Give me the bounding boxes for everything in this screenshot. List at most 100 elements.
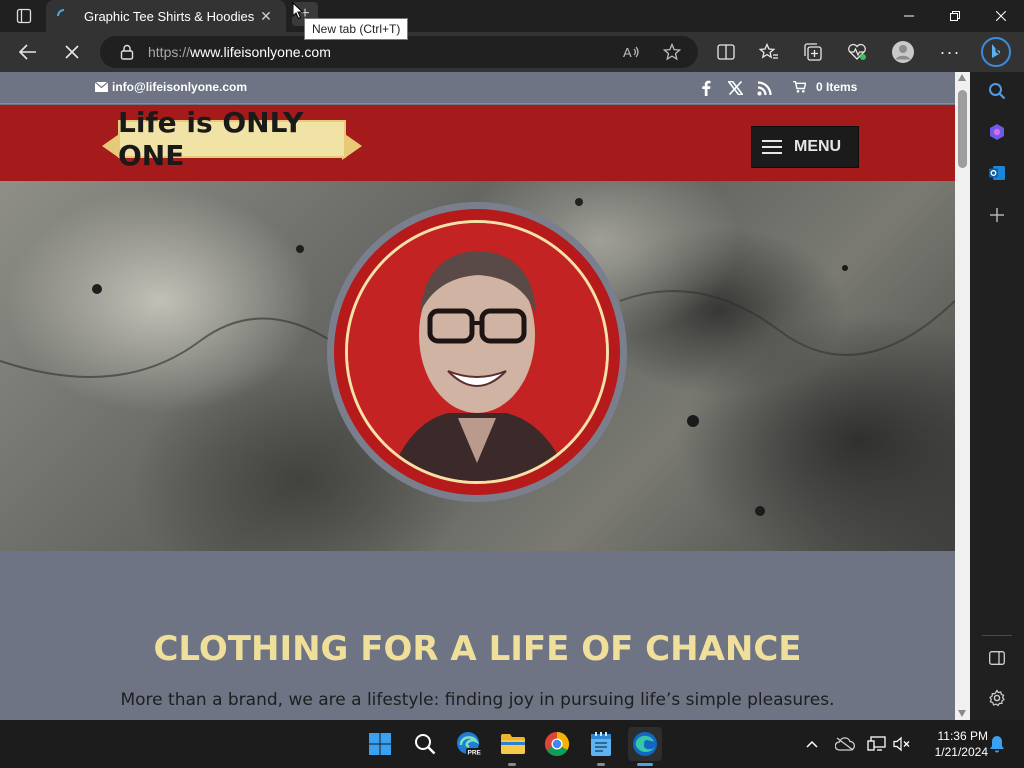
- folder-icon: [501, 734, 525, 754]
- stop-loading-button[interactable]: [56, 36, 88, 68]
- show-hidden-icons-button[interactable]: [800, 732, 824, 756]
- settings-and-more-button[interactable]: ···: [934, 36, 966, 68]
- hide-sidebar-button[interactable]: [982, 643, 1012, 673]
- close-icon: [996, 11, 1006, 21]
- menu-button[interactable]: MENU: [751, 126, 859, 168]
- sidebar-divider: [982, 635, 1012, 636]
- bell-icon: [990, 736, 1004, 753]
- taskbar-file-explorer-button[interactable]: [497, 728, 529, 760]
- loading-spinner-icon: [56, 8, 72, 24]
- favorites-list-icon: [759, 43, 778, 59]
- taskbar-edge-button[interactable]: [628, 727, 662, 761]
- hero-banner: [0, 181, 955, 551]
- stop-icon: [65, 45, 79, 59]
- scroll-down-arrow-icon[interactable]: [958, 710, 966, 717]
- hamburger-icon: [762, 140, 782, 154]
- contact-email-link[interactable]: info@lifeisonlyone.com: [95, 80, 247, 94]
- scroll-up-arrow-icon[interactable]: [958, 74, 966, 81]
- svg-text:PRE: PRE: [468, 750, 482, 757]
- browser-essentials-button[interactable]: [841, 36, 873, 68]
- active-tab[interactable]: Graphic Tee Shirts & Hoodies ✕: [46, 0, 286, 32]
- collections-button[interactable]: [797, 36, 829, 68]
- split-screen-button[interactable]: [710, 36, 742, 68]
- menu-label: MENU: [794, 138, 842, 155]
- minimize-button[interactable]: [886, 0, 932, 32]
- new-tab-tooltip: New tab (Ctrl+T): [304, 18, 409, 40]
- network-tray-icon[interactable]: [865, 732, 889, 756]
- sidebar-outlook-button[interactable]: [982, 158, 1012, 188]
- edge-icon: [633, 732, 657, 756]
- cart-count-text: 0 Items: [816, 80, 858, 94]
- tab-actions-button[interactable]: [8, 4, 40, 28]
- back-button[interactable]: [12, 36, 44, 68]
- search-icon: [989, 83, 1006, 100]
- more-dots-icon: ···: [939, 41, 961, 62]
- windows-logo-icon: [369, 733, 391, 755]
- web-page: info@lifeisonlyone.com 0 Items Life is O…: [0, 72, 955, 720]
- scrollbar-thumb[interactable]: [958, 90, 967, 168]
- url-text[interactable]: https://www.lifeisonlyone.com: [148, 44, 331, 60]
- clock-date: 1/21/2024: [934, 745, 988, 759]
- taskbar-search-button[interactable]: [409, 728, 441, 760]
- tab-title: Graphic Tee Shirts & Hoodies: [84, 8, 255, 24]
- rss-icon[interactable]: [755, 78, 773, 98]
- email-text: info@lifeisonlyone.com: [112, 80, 248, 94]
- shopping-cart-icon: [793, 81, 806, 93]
- edge-active-indicator: [637, 763, 653, 766]
- taskbar-clock[interactable]: 11:36 PM 1/21/2024: [918, 728, 988, 760]
- page-scrollbar[interactable]: [955, 72, 970, 720]
- address-bar[interactable]: https://www.lifeisonlyone.com A: [100, 36, 698, 68]
- close-window-button[interactable]: [978, 0, 1024, 32]
- taskbar-notepad-button[interactable]: [585, 728, 617, 760]
- browser-title-bar: Graphic Tee Shirts & Hoodies ✕ + New tab…: [0, 0, 1024, 40]
- windows-taskbar: PRE 11:36 PM 1/21/2024: [0, 720, 1024, 768]
- volume-muted-tray-icon[interactable]: [890, 732, 914, 756]
- tagline: More than a brand, we are a lifestyle: f…: [120, 690, 835, 710]
- edge-sidebar: [970, 72, 1024, 720]
- cart-link[interactable]: 0 Items: [793, 80, 857, 94]
- gear-icon: [989, 689, 1005, 707]
- back-arrow-icon: [19, 44, 36, 60]
- tab-close-icon[interactable]: ✕: [256, 6, 276, 26]
- portrait-red-ring: [334, 209, 620, 495]
- profile-button[interactable]: [887, 36, 919, 68]
- logo-text: Life is ONLY ONE: [118, 106, 304, 172]
- x-twitter-icon[interactable]: [726, 78, 744, 98]
- bing-icon: [981, 37, 1011, 67]
- copilot-icon: [990, 124, 1004, 140]
- plus-icon: [990, 208, 1004, 222]
- sidebar-settings-button[interactable]: [982, 683, 1012, 713]
- explorer-running-indicator: [508, 763, 516, 766]
- heart-pulse-icon: [848, 43, 866, 60]
- notifications-button[interactable]: [985, 732, 1009, 756]
- chrome-icon: [544, 732, 570, 757]
- lock-icon[interactable]: [118, 43, 136, 61]
- sidebar-search-button[interactable]: [982, 76, 1012, 106]
- person-photo-image: [348, 223, 606, 481]
- founder-portrait: [327, 202, 627, 502]
- split-screen-icon: [717, 44, 735, 60]
- notepad-icon: [591, 732, 611, 756]
- facebook-icon[interactable]: [699, 78, 713, 98]
- read-aloud-icon[interactable]: A: [622, 42, 642, 62]
- sidebar-add-button[interactable]: [982, 200, 1012, 230]
- bing-copilot-button[interactable]: [980, 36, 1012, 68]
- browser-toolbar: https://www.lifeisonlyone.com A ···: [0, 32, 1024, 72]
- site-logo[interactable]: Life is ONLY ONE: [102, 106, 362, 172]
- favorites-button[interactable]: [753, 36, 785, 68]
- favorite-star-icon[interactable]: [662, 42, 682, 62]
- restore-button[interactable]: [932, 0, 978, 32]
- sidebar-copilot-button[interactable]: [982, 117, 1012, 147]
- portrait-photo: [345, 220, 609, 484]
- sidebar-panel-icon: [989, 651, 1005, 665]
- envelope-icon: [95, 82, 108, 92]
- taskbar-edge-preview-button[interactable]: PRE: [453, 728, 485, 760]
- clock-time: 11:36 PM: [937, 729, 988, 743]
- notepad-running-indicator: [597, 763, 605, 766]
- start-button[interactable]: [364, 728, 396, 760]
- taskbar-chrome-button[interactable]: [541, 728, 573, 760]
- site-top-bar: info@lifeisonlyone.com 0 Items: [0, 72, 955, 104]
- collections-icon: [804, 43, 822, 61]
- onedrive-tray-icon[interactable]: [833, 732, 857, 756]
- edge-preview-icon: PRE: [457, 732, 482, 757]
